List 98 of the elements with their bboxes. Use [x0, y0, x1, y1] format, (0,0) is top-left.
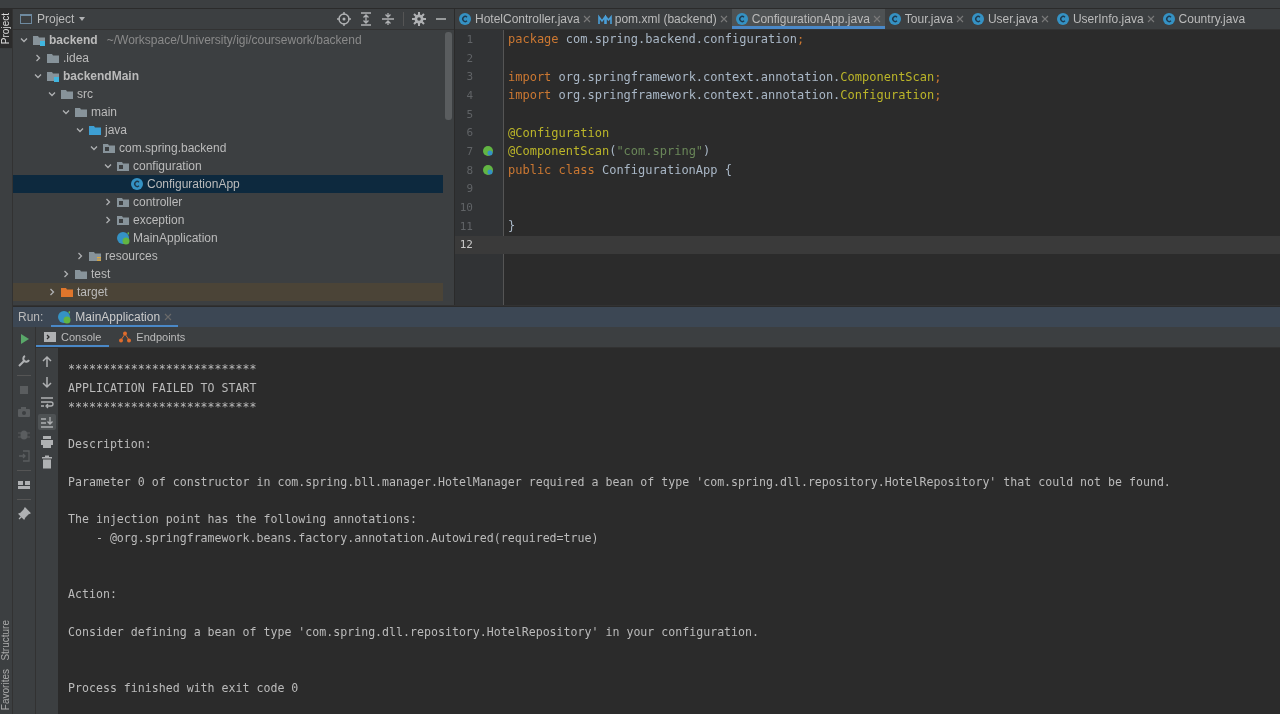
endpoints-icon	[119, 331, 132, 343]
editor-tab[interactable]: UserInfo.java	[1052, 9, 1159, 29]
class-icon	[1055, 12, 1070, 26]
trash-icon[interactable]	[40, 455, 54, 469]
console-line: Action:	[68, 586, 118, 603]
tree-item[interactable]: main	[13, 103, 443, 121]
tree-item[interactable]: exception	[13, 211, 443, 229]
tree-item[interactable]: MainApplication	[13, 229, 443, 247]
editor-tab[interactable]: Tour.java	[884, 9, 968, 29]
tree-item[interactable]: backendMain	[13, 67, 443, 85]
console-line: Parameter 0 of constructor in com.spring.bll.manager.HotelManager required a bean of type 'com.spring.dll.repository.HotelRepository' that could not be found.	[68, 473, 1172, 491]
close-icon[interactable]	[955, 15, 964, 23]
tool-window-button[interactable]: Project	[0, 9, 12, 49]
console-line: ***************************	[68, 398, 258, 416]
soft-wrap-icon[interactable]	[40, 395, 54, 409]
tree-item[interactable]: controller	[13, 193, 443, 211]
close-icon[interactable]	[582, 15, 591, 23]
caret-icon	[78, 15, 87, 23]
pin-icon[interactable]	[17, 507, 31, 521]
code-line: import org.springframework.context.annotation.ComponentScan;	[507, 69, 942, 84]
close-icon[interactable]	[1040, 15, 1049, 23]
tree-item[interactable]: ConfigurationApp	[13, 175, 443, 193]
printer-icon[interactable]	[40, 435, 54, 449]
editor-tab[interactable]: ConfigurationApp.java	[731, 9, 885, 29]
chevron-down-icon[interactable]	[19, 35, 29, 45]
console-line: Process finished with exit code 0	[68, 679, 300, 697]
folder-icon	[88, 123, 102, 137]
class-icon	[970, 12, 985, 26]
editor-tab[interactable]: HotelController.java	[455, 9, 595, 29]
code-line: }	[507, 219, 516, 234]
collapse-all-icon[interactable]	[381, 12, 395, 26]
expand-all-icon[interactable]	[359, 12, 373, 26]
class-icon	[734, 12, 749, 26]
spring-bean-icon	[482, 145, 494, 158]
tree-item[interactable]: test	[13, 265, 443, 283]
close-icon[interactable]	[1146, 15, 1155, 23]
editor-tab[interactable]: Country.java	[1158, 9, 1250, 29]
locate-icon[interactable]	[337, 12, 351, 26]
chevron-right-icon[interactable]	[33, 53, 43, 63]
package-folder-icon	[116, 159, 130, 173]
resources-folder-icon	[88, 249, 102, 263]
module-folder-icon	[32, 33, 46, 47]
wrench-icon[interactable]	[17, 354, 31, 368]
package-folder-icon	[116, 213, 130, 227]
arrow-down-icon[interactable]	[40, 375, 54, 389]
class-icon	[887, 12, 902, 26]
class-icon	[1161, 12, 1176, 26]
code-line: import org.springframework.context.annotation.Configuration;	[507, 88, 942, 103]
folder-icon	[60, 285, 74, 299]
run-subtab[interactable]: Endpoints	[111, 327, 194, 347]
tree-item[interactable]: target	[13, 283, 443, 301]
code-line: public class ConfigurationApp {	[507, 163, 732, 178]
tree-item[interactable]: .idea	[13, 49, 443, 67]
console-line: The injection point has the following annotations:	[68, 511, 418, 528]
run-subtab[interactable]: Console	[36, 327, 110, 347]
console-line: - @org.springframework.beans.factory.annotation.Autowired(required=true)	[94, 529, 600, 547]
console-line: APPLICATION FAILED TO START	[68, 379, 258, 397]
code-line: @ComponentScan("com.spring")	[507, 144, 711, 159]
run-tab[interactable]: MainApplication	[51, 307, 179, 327]
tree-item[interactable]: resources	[13, 247, 443, 265]
code-line: @Configuration	[507, 125, 610, 140]
class-icon	[458, 12, 472, 26]
console-line: ***************************	[68, 361, 258, 378]
maven-icon	[597, 12, 612, 26]
tree-item[interactable]: configuration	[13, 157, 443, 175]
folder-icon	[60, 87, 74, 101]
close-icon[interactable]	[719, 15, 728, 23]
package-folder-icon	[116, 195, 130, 209]
tree-item[interactable]: backend ~/Workspace/University/igi/coursework/backend	[13, 31, 443, 49]
line-number: 12	[458, 238, 473, 252]
scroll-to-end-icon[interactable]	[40, 415, 54, 429]
project-view-dropdown[interactable]: Project	[19, 12, 87, 26]
tree-item[interactable]: src	[13, 85, 443, 103]
scrollbar-thumb[interactable]	[445, 32, 452, 120]
console-line: Consider defining a bean of type 'com.spring.dll.repository.HotelRepository' in your configuration.	[68, 623, 761, 641]
spring-class-icon	[116, 231, 130, 245]
tool-window-button[interactable]: Favorites	[0, 664, 12, 714]
panel-icon	[19, 12, 33, 26]
module-folder-icon	[46, 69, 60, 83]
spring-bean-icon	[482, 164, 494, 177]
folder-icon	[74, 105, 88, 119]
console-line: Description:	[68, 436, 153, 453]
tree-item[interactable]: com.spring.backend	[13, 139, 443, 157]
editor-tab[interactable]: User.java	[967, 9, 1053, 29]
class-icon	[130, 177, 144, 191]
code-line: package com.spring.backend.configuration;	[507, 32, 805, 47]
editor-tab[interactable]: pom.xml (backend)	[594, 9, 732, 29]
folder-icon	[74, 267, 88, 281]
console-icon	[44, 331, 56, 343]
run-label: Run:	[18, 310, 44, 324]
arrow-up-icon[interactable]	[40, 355, 54, 369]
folder-icon	[46, 51, 60, 65]
settings-icon[interactable]	[412, 12, 426, 26]
layout-icon[interactable]	[17, 478, 31, 492]
spring-class-icon	[57, 310, 72, 324]
tool-window-button[interactable]: Structure	[0, 616, 12, 665]
package-folder-icon	[102, 141, 116, 155]
tree-item[interactable]: java	[13, 121, 443, 139]
